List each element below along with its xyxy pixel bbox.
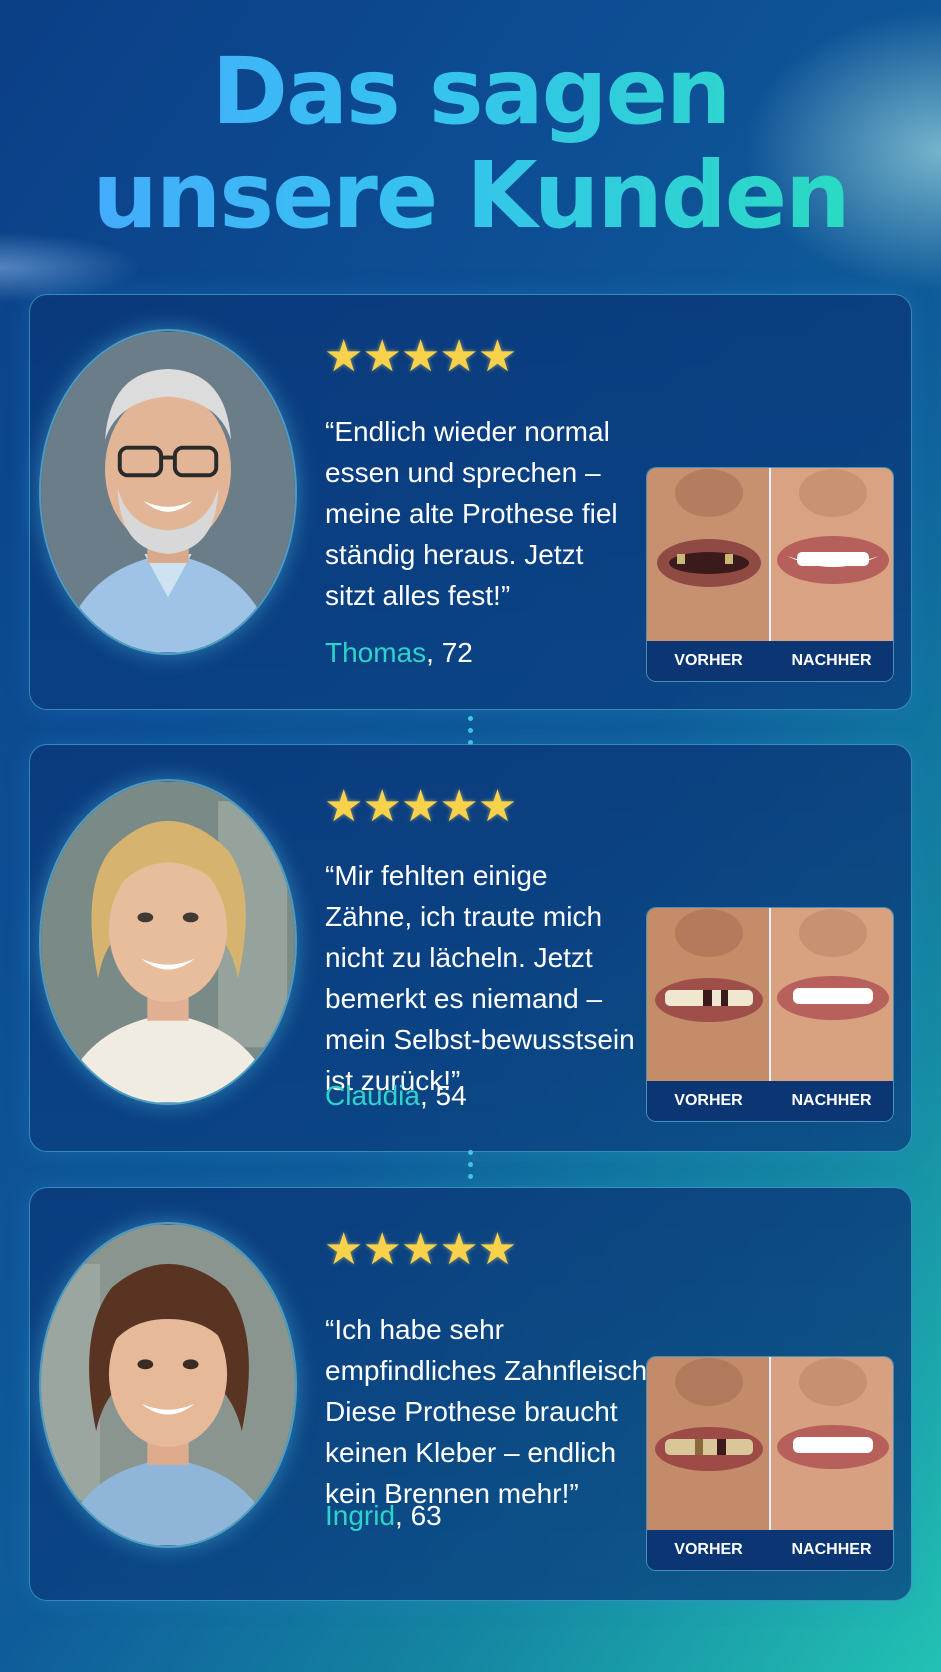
headline-line-1: Das sagen xyxy=(211,38,730,145)
before-label: VORHER xyxy=(674,652,743,669)
rating-stars: ★★★★★ xyxy=(324,781,517,832)
testimonial-card-ingrid: ★★★★★ “Ich habe sehr empfindliches Zahnf… xyxy=(29,1187,912,1601)
customer-photo-claudia xyxy=(39,779,297,1105)
headline-line-2: unsere Kunden xyxy=(92,142,849,249)
card-connector xyxy=(467,716,473,745)
testimonial-quote: “Mir fehlten einige Zähne, ich traute mi… xyxy=(325,860,635,1096)
customer-name: Thomas xyxy=(325,637,427,668)
testimonial-quote: “Ich habe sehr empfindliches Zahnfleisch… xyxy=(325,1314,655,1509)
before-after-image: VORHER NACHHER xyxy=(646,907,894,1122)
after-label: NACHHER xyxy=(791,1541,872,1558)
customer-age: , 63 xyxy=(395,1500,442,1531)
rating-stars: ★★★★★ xyxy=(324,331,517,382)
before-label: VORHER xyxy=(674,1541,743,1558)
customer-age: , 72 xyxy=(426,637,473,668)
rating-stars: ★★★★★ xyxy=(324,1224,517,1275)
testimonial-card-claudia: ★★★★★ “Mir fehlten einige Zähne, ich tra… xyxy=(29,744,912,1152)
testimonial-quote: “Endlich wieder normal essen und spreche… xyxy=(325,416,618,611)
customer-age: , 54 xyxy=(419,1080,467,1111)
card-connector xyxy=(467,1150,473,1179)
after-label: NACHHER xyxy=(791,652,872,669)
testimonial-card-thomas: ★★★★★ “Endlich wieder normal essen und s… xyxy=(29,294,912,710)
before-after-image: VORHER NACHHER xyxy=(646,1356,894,1571)
customer-photo-ingrid xyxy=(39,1222,297,1548)
before-label: VORHER xyxy=(674,1092,743,1109)
after-label: NACHHER xyxy=(791,1092,872,1109)
before-after-image: VORHER NACHHER xyxy=(646,467,894,682)
customer-name-age: Thomas, 72 xyxy=(325,637,473,669)
customer-name-age: Ingrid, 63 xyxy=(325,1500,442,1532)
page-headline: Das sagen unsere Kunden xyxy=(0,40,941,248)
customer-photo-thomas xyxy=(39,329,297,655)
customer-name: Ingrid xyxy=(325,1500,396,1531)
customer-name: Claudia xyxy=(325,1080,420,1111)
customer-name-age: Claudia, 54 xyxy=(325,1080,467,1112)
